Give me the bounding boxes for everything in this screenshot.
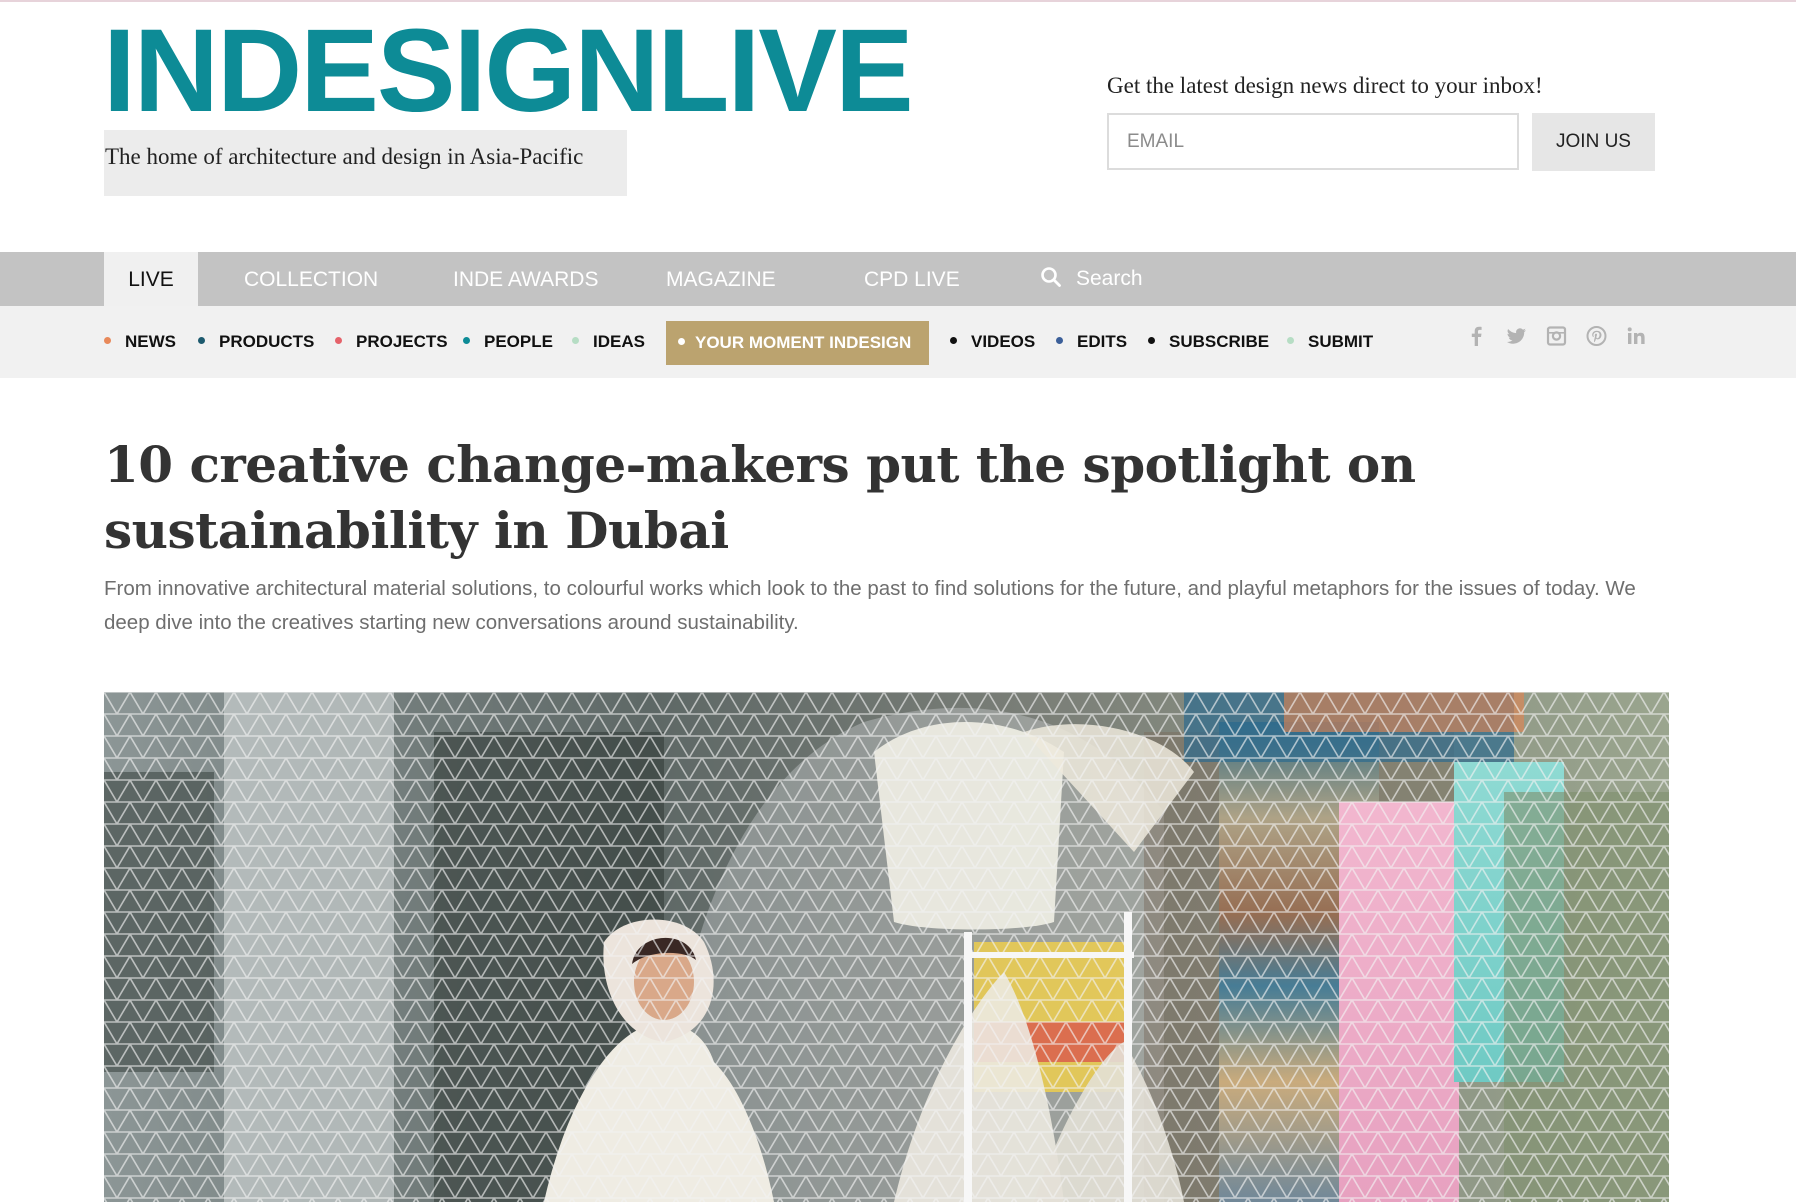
search-label: Search bbox=[1076, 267, 1143, 290]
twitter-icon[interactable] bbox=[1506, 325, 1527, 347]
email-field[interactable] bbox=[1107, 113, 1519, 170]
sub-nav-products[interactable]: PRODUCTS bbox=[198, 306, 314, 378]
sub-nav-submit[interactable]: SUBMIT bbox=[1287, 306, 1373, 378]
sub-nav-your-moment-indesign[interactable]: YOUR MOMENT INDESIGN bbox=[666, 321, 930, 365]
dot-icon bbox=[104, 337, 111, 345]
pinterest-icon[interactable] bbox=[1586, 325, 1607, 347]
dot-icon bbox=[1287, 337, 1294, 345]
tab-inde-awards[interactable]: INDE AWARDS bbox=[453, 252, 598, 306]
hero-image bbox=[104, 692, 1669, 1202]
site-tagline: The home of architecture and design in A… bbox=[104, 130, 627, 196]
social-links bbox=[1466, 325, 1647, 347]
site-logo[interactable]: INDESIGNLIVE bbox=[103, 9, 914, 134]
dot-icon bbox=[572, 337, 579, 345]
sub-nav-news[interactable]: NEWS bbox=[104, 306, 176, 378]
sub-nav-subscribe[interactable]: SUBSCRIBE bbox=[1148, 306, 1269, 378]
article-headline: 10 creative change-makers put the spotli… bbox=[104, 435, 1416, 560]
top-border bbox=[0, 0, 1796, 2]
tab-live[interactable]: LIVE bbox=[104, 252, 198, 306]
article-standfirst: From innovative architectural material s… bbox=[104, 577, 1636, 634]
category-navigation: NEWS PRODUCTS PROJECTS PEOPLE IDEAS YOUR… bbox=[0, 306, 1796, 378]
dot-icon bbox=[1148, 337, 1155, 345]
dot-icon bbox=[463, 337, 470, 345]
dot-icon bbox=[1056, 337, 1063, 345]
tab-magazine[interactable]: MAGAZINE bbox=[666, 252, 776, 306]
sub-nav-people[interactable]: PEOPLE bbox=[463, 306, 553, 378]
tab-cpd-live[interactable]: CPD LIVE bbox=[864, 252, 960, 306]
dot-icon bbox=[678, 338, 685, 346]
dot-icon bbox=[950, 337, 957, 345]
sub-nav-edits[interactable]: EDITS bbox=[1056, 306, 1127, 378]
facebook-icon[interactable] bbox=[1466, 325, 1487, 347]
instagram-icon[interactable] bbox=[1546, 325, 1567, 347]
sub-nav-projects[interactable]: PROJECTS bbox=[335, 306, 448, 378]
search-icon bbox=[1040, 266, 1062, 293]
sub-nav-ideas[interactable]: IDEAS bbox=[572, 306, 645, 378]
main-navigation: LIVE COLLECTION INDE AWARDS MAGAZINE CPD… bbox=[0, 252, 1796, 306]
sub-nav-videos[interactable]: VIDEOS bbox=[950, 306, 1035, 378]
newsletter-prompt: Get the latest design news direct to you… bbox=[1107, 73, 1543, 98]
join-us-button[interactable]: JOIN US bbox=[1532, 113, 1655, 171]
search-box[interactable]: Search bbox=[1040, 252, 1143, 306]
linkedin-icon[interactable] bbox=[1626, 325, 1647, 347]
dot-icon bbox=[198, 337, 205, 345]
tab-collection[interactable]: COLLECTION bbox=[244, 252, 378, 306]
dot-icon bbox=[335, 337, 342, 345]
